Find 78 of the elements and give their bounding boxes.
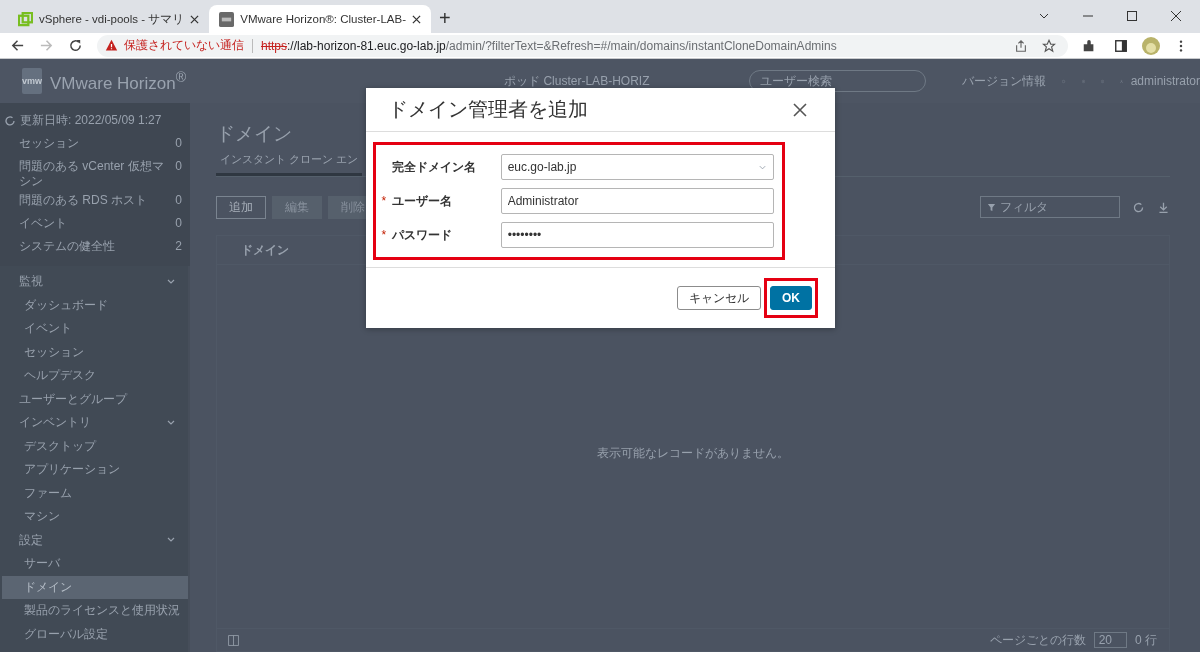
update-time: 更新日時: 2022/05/09 1:27 <box>20 113 162 128</box>
product-name: VMware Horizon$^{®}$ <box>50 68 187 94</box>
browser-tab[interactable]: vSphere - vdi-pools - サマリ <box>8 5 210 33</box>
cancel-button[interactable]: キャンセル <box>677 286 761 310</box>
nav-section[interactable]: 監視 <box>0 270 188 294</box>
reload-icon[interactable] <box>68 38 83 53</box>
action-button[interactable]: 追加 <box>216 195 266 219</box>
back-icon[interactable] <box>10 38 25 53</box>
domain-select[interactable]: euc.go-lab.jp <box>500 154 774 180</box>
row-count: 0 行 <box>1135 631 1157 649</box>
columns-icon[interactable] <box>227 633 240 647</box>
content-tab[interactable]: インスタント クローン エン <box>216 152 363 176</box>
summary-count: 0 <box>174 136 182 151</box>
summary-label[interactable]: システムの健全性 <box>19 239 164 254</box>
warning-icon <box>105 39 118 52</box>
vsphere-icon <box>18 11 33 27</box>
nav-item[interactable]: マシン <box>2 505 188 529</box>
url-text: https://lab-horizon-81.euc.go-lab.jp/admin/?filterText=&Refresh=#/main/domains/instantCloneDomainAdmins <box>261 38 837 53</box>
ok-button[interactable]: OK <box>770 286 812 310</box>
page-size-select[interactable]: 20 <box>1093 632 1127 648</box>
summary-count: 0 <box>174 193 182 208</box>
star-icon[interactable] <box>1042 38 1056 53</box>
empty-message: 表示可能なレコードがありません。 <box>597 445 789 462</box>
address-bar[interactable]: 保護されていない通信 https://lab-horizon-81.euc.go-lab.jp/admin/?filterText=&Refresh=#/main/domains/instantCloneDomainAdmins <box>97 34 1068 57</box>
summary-label[interactable]: 問題のある RDS ホスト <box>19 193 164 208</box>
puzzle-icon[interactable] <box>1082 38 1096 53</box>
required-mark: * <box>380 228 388 242</box>
new-tab-button[interactable]: + <box>439 6 451 30</box>
security-label: 保護されていない通信 <box>124 37 244 54</box>
summary-label[interactable]: セッション <box>19 136 164 151</box>
input-field[interactable]: Administrator <box>500 188 774 214</box>
nav-item[interactable]: セッション <box>2 340 188 364</box>
summary-count: 0 <box>174 159 182 174</box>
dialog-title: ドメイン管理者を追加 <box>388 97 589 122</box>
close-icon[interactable] <box>412 14 421 24</box>
field-label: パスワード <box>391 226 453 244</box>
user-search-field[interactable]: ユーザー検索 <box>749 70 927 92</box>
field-label: 完全ドメイン名 <box>391 158 477 176</box>
column-header[interactable]: ドメイン <box>241 241 289 259</box>
nav-item[interactable]: アプリケーション <box>2 458 188 482</box>
nav-section[interactable]: インベントリ <box>0 411 188 435</box>
browser-tab[interactable]: VMware Horizon®: Cluster-LAB- <box>209 5 431 33</box>
page-title: ドメイン <box>216 122 293 146</box>
nav-item[interactable]: グローバル設定 <box>2 622 188 646</box>
share-icon[interactable] <box>1014 38 1028 53</box>
side-panel-icon[interactable] <box>1114 38 1128 53</box>
nav-item[interactable]: ヘルプデスク <box>2 364 188 388</box>
field-label: ユーザー名 <box>391 192 453 210</box>
vmware-logo: vmw <box>22 68 42 94</box>
summary-label[interactable]: 問題のある vCenter 仮想マシン <box>19 159 164 189</box>
nav-item[interactable]: デスクトップ <box>2 434 188 458</box>
summary-count: 0 <box>174 216 182 231</box>
pod-selector[interactable]: ポッド Cluster-LAB-HORIZ <box>504 72 650 90</box>
about-link[interactable]: バージョン情報 <box>962 72 1047 90</box>
vm-icon <box>219 11 235 27</box>
nav-item[interactable]: イベント <box>2 317 188 341</box>
user-name[interactable]: administrator <box>1130 74 1200 88</box>
nav-item[interactable]: ダッシュボード <box>2 293 188 317</box>
close-icon[interactable] <box>190 14 200 24</box>
maximize-icon[interactable] <box>1126 10 1138 22</box>
nav-section[interactable]: 設定 <box>0 528 188 552</box>
refresh-icon[interactable] <box>4 115 16 127</box>
nav-item[interactable]: 製品のライセンスと使用状況 <box>2 599 188 623</box>
download-icon[interactable] <box>1157 200 1170 214</box>
filter-icon <box>987 202 996 212</box>
nav-item[interactable]: サーバ <box>2 552 188 576</box>
refresh-icon[interactable] <box>1132 200 1145 214</box>
rows-per-page-label: ページごとの行数 <box>989 631 1086 649</box>
close-icon[interactable] <box>1170 10 1182 22</box>
filter-field[interactable]: フィルタ <box>980 196 1120 218</box>
input-field[interactable]: •••••••• <box>500 222 774 248</box>
nav-item[interactable]: ファーム <box>2 481 188 505</box>
close-icon[interactable] <box>793 102 807 117</box>
summary-count: 2 <box>174 239 182 254</box>
nav-section[interactable]: ユーザーとグループ <box>0 387 188 411</box>
summary-label[interactable]: イベント <box>19 216 164 231</box>
nav-item[interactable]: ドメイン <box>2 575 188 599</box>
required-mark: * <box>380 194 388 208</box>
